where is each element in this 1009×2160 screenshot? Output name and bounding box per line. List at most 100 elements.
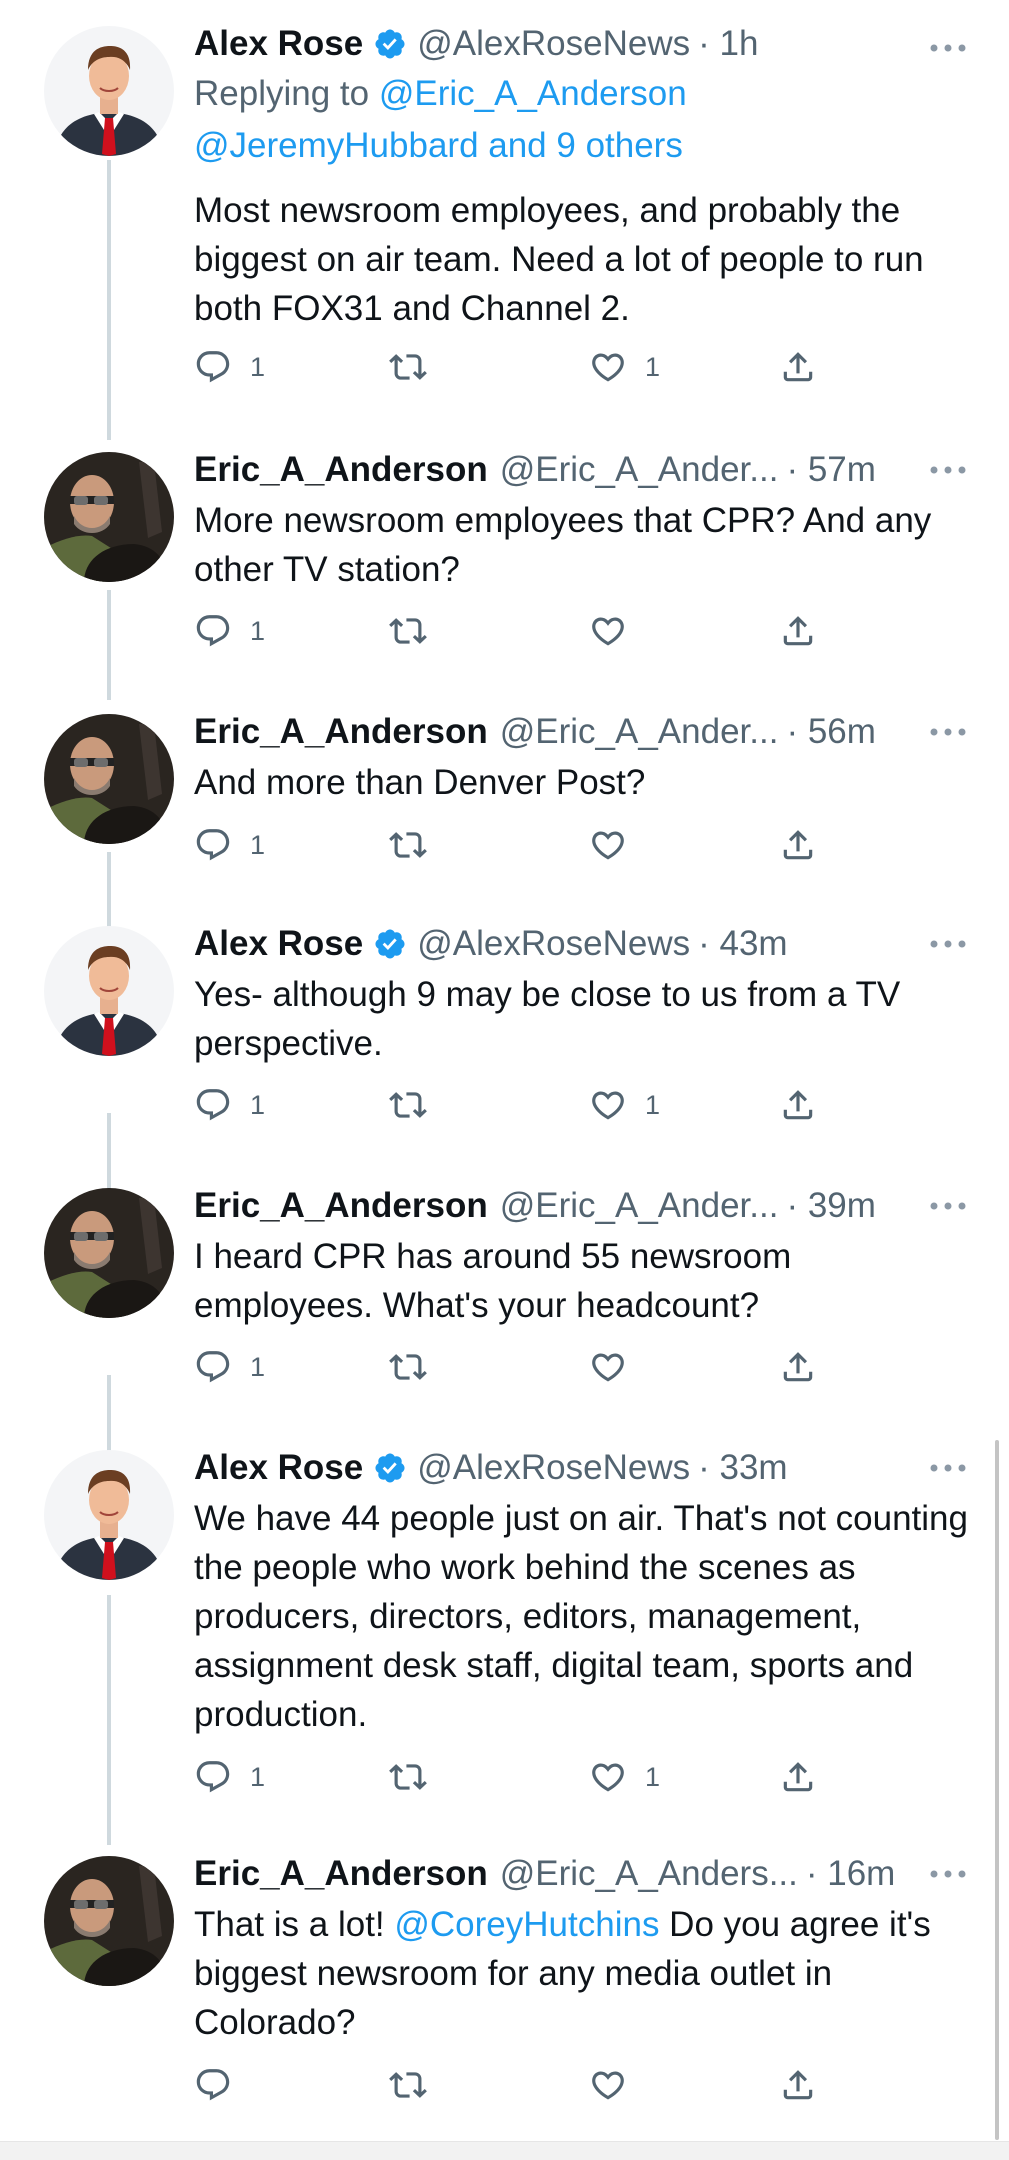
retweet-button[interactable] bbox=[389, 1758, 427, 1796]
share-icon bbox=[779, 826, 817, 864]
like-button[interactable]: 1 bbox=[589, 1758, 660, 1796]
like-button[interactable]: 1 bbox=[589, 1086, 660, 1124]
handle[interactable]: @AlexRoseNews bbox=[417, 1448, 690, 1488]
display-name[interactable]: Eric_A_Anderson bbox=[194, 450, 488, 490]
reply-count: 1 bbox=[250, 829, 266, 860]
retweet-icon bbox=[389, 1086, 427, 1124]
more-options-icon[interactable] bbox=[927, 1864, 969, 1884]
tweet-header: Eric_A_Anderson @Eric_A_Ander... · 56m bbox=[194, 708, 969, 756]
retweet-button[interactable] bbox=[389, 612, 427, 650]
timestamp[interactable]: · 57m bbox=[786, 450, 875, 490]
reply-icon bbox=[194, 612, 232, 650]
heart-icon bbox=[589, 2066, 627, 2104]
timestamp[interactable]: · 43m bbox=[698, 924, 787, 964]
retweet-icon bbox=[389, 1758, 427, 1796]
display-name[interactable]: Alex Rose bbox=[194, 1448, 363, 1488]
reply-button[interactable]: 1 bbox=[194, 612, 265, 650]
reply-icon bbox=[194, 1086, 232, 1124]
reply-button[interactable]: 1 bbox=[194, 1086, 265, 1124]
reply-count: 1 bbox=[250, 351, 266, 382]
reply-button[interactable]: 1 bbox=[194, 348, 265, 386]
tweet-text: Yes- although 9 may be close to us from … bbox=[194, 975, 901, 1063]
handle[interactable]: @Eric_A_Ander... bbox=[500, 1186, 779, 1226]
display-name[interactable]: Eric_A_Anderson bbox=[194, 1186, 488, 1226]
avatar[interactable] bbox=[44, 26, 174, 156]
avatar[interactable] bbox=[44, 452, 174, 582]
verified-badge-icon bbox=[373, 27, 407, 61]
more-options-icon[interactable] bbox=[927, 934, 969, 954]
avatar[interactable] bbox=[44, 1856, 174, 1986]
handle[interactable]: @Eric_A_Ander... bbox=[500, 450, 779, 490]
reply-button[interactable]: 1 bbox=[194, 1758, 265, 1796]
like-button[interactable] bbox=[589, 612, 627, 650]
replying-more-link[interactable]: @JeremyHubbard and 9 others bbox=[194, 120, 969, 172]
handle[interactable]: @Eric_A_Ander... bbox=[500, 712, 779, 752]
share-button[interactable] bbox=[779, 1758, 817, 1796]
timestamp[interactable]: · 56m bbox=[786, 712, 875, 752]
thread-line bbox=[107, 160, 111, 440]
timestamp[interactable]: · 39m bbox=[786, 1186, 875, 1226]
retweet-button[interactable] bbox=[389, 1348, 427, 1386]
tweet-text: We have 44 people just on air. That's no… bbox=[194, 1499, 968, 1734]
replying-to: Replying to @Eric_A_Anderson bbox=[194, 74, 687, 113]
avatar[interactable] bbox=[44, 926, 174, 1056]
more-options-icon[interactable] bbox=[927, 722, 969, 742]
avatar[interactable] bbox=[44, 1188, 174, 1318]
bottom-bar bbox=[0, 2141, 1009, 2160]
share-button[interactable] bbox=[779, 612, 817, 650]
timestamp[interactable]: · 16m bbox=[806, 1854, 895, 1894]
more-options-icon[interactable] bbox=[927, 1458, 969, 1478]
display-name[interactable]: Alex Rose bbox=[194, 24, 363, 64]
display-name[interactable]: Eric_A_Anderson bbox=[194, 712, 488, 752]
verified-badge-icon bbox=[373, 1451, 407, 1485]
share-button[interactable] bbox=[779, 1086, 817, 1124]
handle[interactable]: @Eric_A_Anders... bbox=[500, 1854, 798, 1894]
reply-button[interactable] bbox=[194, 2066, 232, 2104]
share-button[interactable] bbox=[779, 2066, 817, 2104]
tweet-text: More newsroom employees that CPR? And an… bbox=[194, 501, 932, 589]
reply-icon bbox=[194, 2066, 232, 2104]
tweet-actions: 1 1 bbox=[194, 348, 834, 396]
reply-icon bbox=[194, 1348, 232, 1386]
retweet-button[interactable] bbox=[389, 348, 427, 386]
replying-user-link[interactable]: @Eric_A_Anderson bbox=[379, 74, 687, 113]
like-button[interactable] bbox=[589, 826, 627, 864]
reply-button[interactable]: 1 bbox=[194, 826, 265, 864]
like-button[interactable]: 1 bbox=[589, 348, 660, 386]
more-options-icon[interactable] bbox=[927, 1196, 969, 1216]
tweet-header: Eric_A_Anderson @Eric_A_Ander... · 57m bbox=[194, 446, 969, 494]
more-options-icon[interactable] bbox=[927, 38, 969, 58]
reply-count: 1 bbox=[250, 615, 266, 646]
more-options-icon[interactable] bbox=[927, 460, 969, 480]
share-icon bbox=[779, 348, 817, 386]
retweet-button[interactable] bbox=[389, 826, 427, 864]
timestamp[interactable]: · 1h bbox=[698, 24, 758, 64]
display-name[interactable]: Alex Rose bbox=[194, 924, 363, 964]
handle[interactable]: @AlexRoseNews bbox=[417, 924, 690, 964]
avatar[interactable] bbox=[44, 1450, 174, 1580]
heart-icon bbox=[589, 826, 627, 864]
scrollbar[interactable] bbox=[995, 1440, 999, 2140]
reply-count: 1 bbox=[250, 1761, 266, 1792]
handle[interactable]: @AlexRoseNews bbox=[417, 24, 690, 64]
share-button[interactable] bbox=[779, 1348, 817, 1386]
tweet-text: And more than Denver Post? bbox=[194, 763, 646, 802]
like-count: 1 bbox=[645, 1089, 661, 1120]
retweet-icon bbox=[389, 348, 427, 386]
like-button[interactable] bbox=[589, 2066, 627, 2104]
display-name[interactable]: Eric_A_Anderson bbox=[194, 1854, 488, 1894]
like-button[interactable] bbox=[589, 1348, 627, 1386]
reply-button[interactable]: 1 bbox=[194, 1348, 265, 1386]
tweet-actions: 1 bbox=[194, 612, 834, 660]
like-count: 1 bbox=[645, 1761, 661, 1792]
reply-icon bbox=[194, 348, 232, 386]
share-button[interactable] bbox=[779, 826, 817, 864]
share-button[interactable] bbox=[779, 348, 817, 386]
retweet-button[interactable] bbox=[389, 1086, 427, 1124]
retweet-button[interactable] bbox=[389, 2066, 427, 2104]
verified-badge-icon bbox=[373, 927, 407, 961]
avatar[interactable] bbox=[44, 714, 174, 844]
mention-link[interactable]: @CoreyHutchins bbox=[394, 1905, 659, 1944]
timestamp[interactable]: · 33m bbox=[698, 1448, 787, 1488]
tweet-header: Eric_A_Anderson @Eric_A_Ander... · 39m bbox=[194, 1182, 969, 1230]
